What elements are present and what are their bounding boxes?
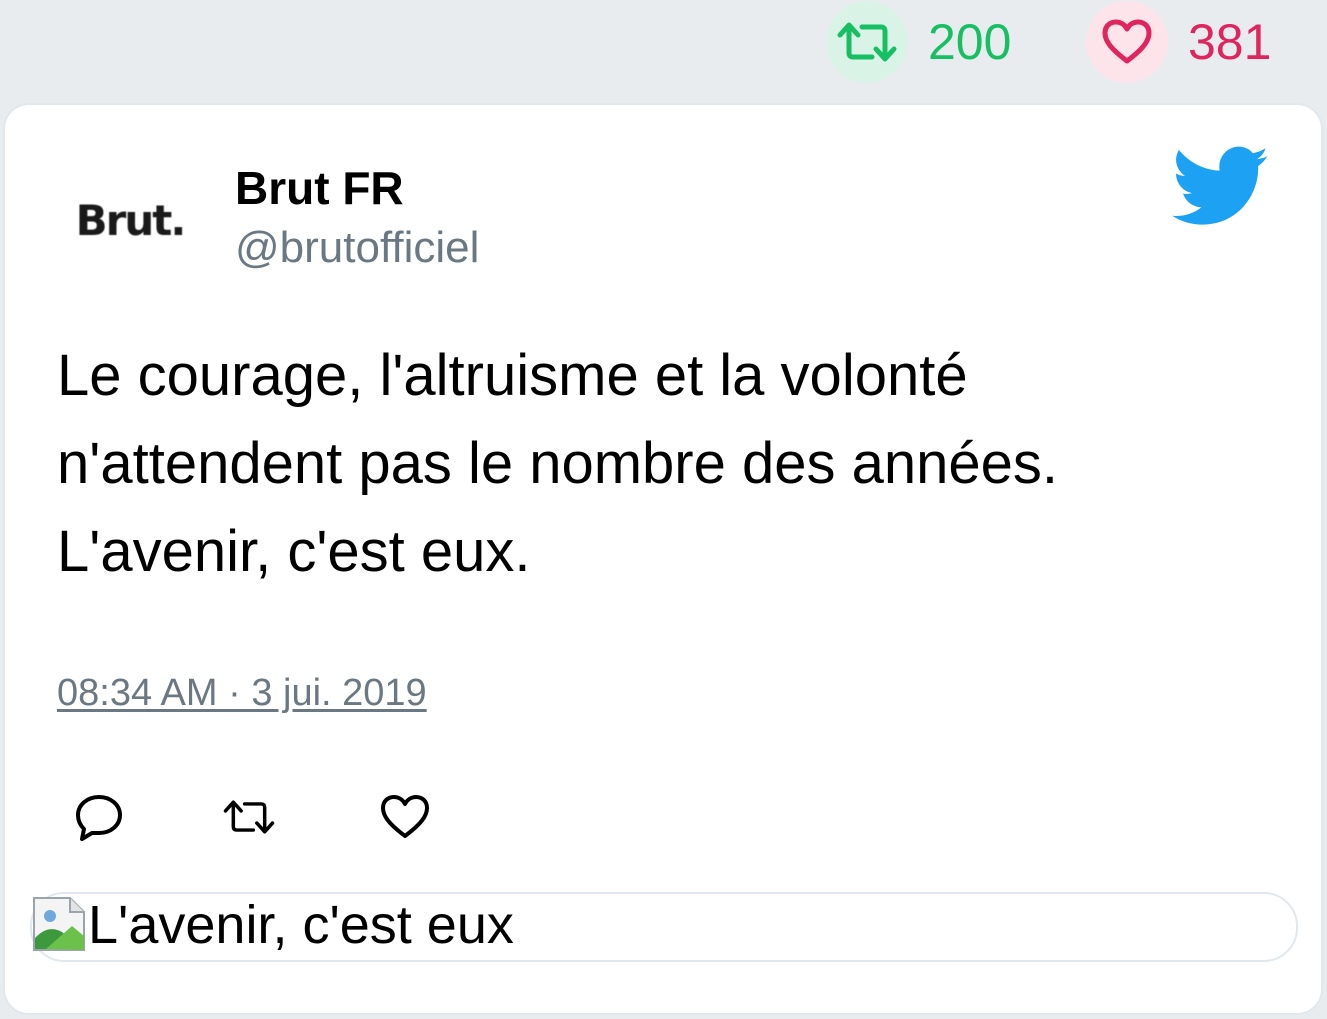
- retweet-button[interactable]: [222, 790, 276, 844]
- avatar[interactable]: Brut.: [60, 150, 200, 290]
- tweet-text: Le courage, l'altruisme et la volonté n'…: [57, 332, 1277, 596]
- retweet-icon: [837, 22, 897, 62]
- reply-button[interactable]: [72, 790, 126, 844]
- retweet-icon: [223, 800, 275, 834]
- media-alt-text: L'avenir, c'est eux: [88, 895, 514, 955]
- avatar-logo-text: Brut.: [75, 195, 187, 245]
- author-handle[interactable]: @brutofficiel: [235, 223, 479, 272]
- like-button[interactable]: [378, 790, 432, 844]
- heart-icon: [1102, 19, 1152, 64]
- reply-icon: [76, 795, 122, 841]
- tweet-timestamp-link[interactable]: 08:34 AM · 3 jui. 2019: [57, 672, 427, 715]
- author-name[interactable]: Brut FR: [235, 163, 404, 214]
- retweet-stat-icon-bg: [826, 1, 908, 83]
- tweet-text-line: n'attendent pas le nombre des années.: [57, 431, 1059, 496]
- like-stat[interactable]: 381: [1086, 0, 1271, 84]
- broken-image-icon: [33, 897, 85, 951]
- like-stat-icon-bg: [1086, 1, 1168, 83]
- tweet-text-line: Le courage, l'altruisme et la volonté: [57, 343, 968, 408]
- tweet-text-line: L'avenir, c'est eux.: [57, 519, 531, 584]
- retweet-count: 200: [928, 14, 1012, 70]
- engagement-stats-bar: 200 381: [0, 0, 1327, 100]
- twitter-bird-icon[interactable]: [1172, 146, 1270, 228]
- retweet-stat[interactable]: 200: [826, 0, 1011, 84]
- like-count: 381: [1188, 14, 1272, 70]
- heart-icon: [381, 795, 429, 838]
